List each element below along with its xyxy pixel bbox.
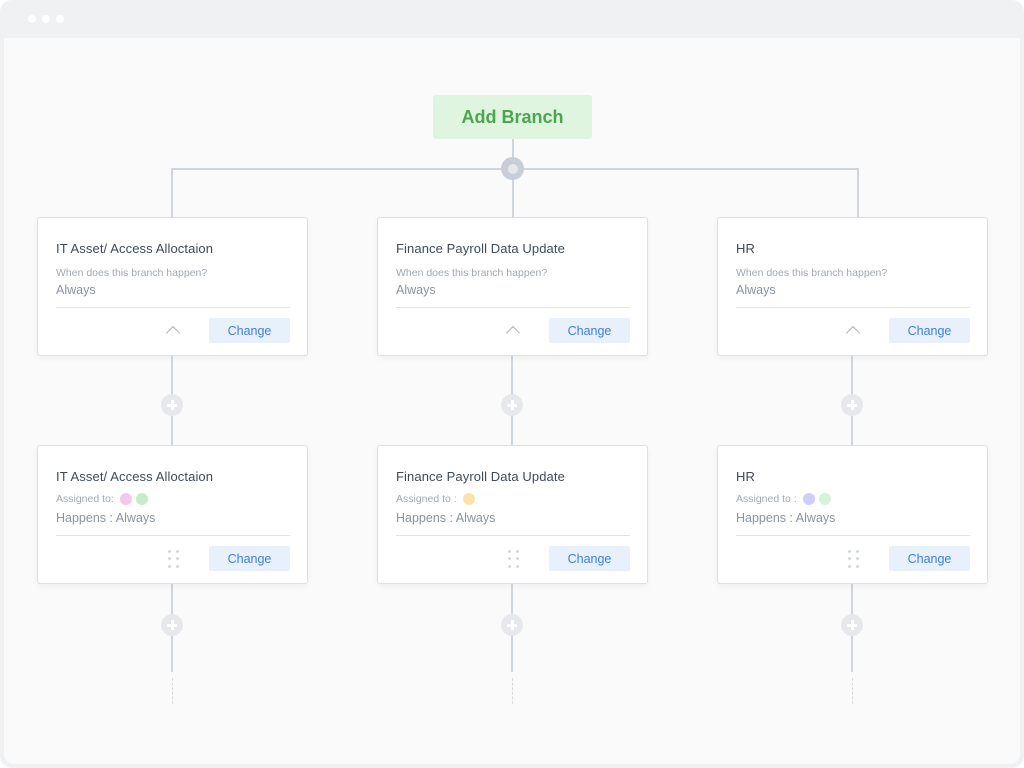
branch-condition-label: When does this branch happen? (396, 267, 548, 279)
branch-card: IT Asset/ Access Alloctaion When does th… (37, 217, 308, 356)
window-dot-maximize-icon[interactable] (56, 15, 64, 23)
branch-title: Finance Payroll Data Update (396, 241, 565, 256)
continuation-dashes (852, 678, 853, 704)
change-button[interactable]: Change (209, 546, 290, 571)
branch-condition-value: Always (396, 283, 436, 297)
change-button[interactable]: Change (889, 318, 970, 343)
assigned-label: Assigned to: (56, 493, 114, 505)
add-step-plus-icon[interactable] (161, 614, 183, 636)
card-divider (56, 307, 290, 308)
assignees-row: Assigned to : (396, 493, 479, 505)
chevron-up-icon[interactable] (845, 325, 861, 341)
assignee-avatar[interactable] (802, 493, 815, 505)
step-card: IT Asset/ Access Alloctaion Assigned to:… (37, 445, 308, 584)
card-divider (56, 535, 290, 536)
assignee-avatar[interactable] (119, 493, 132, 505)
step-card: HR Assigned to : Happens : Always Change (717, 445, 988, 584)
change-button[interactable]: Change (889, 546, 970, 571)
branch-condition-label: When does this branch happen? (736, 267, 888, 279)
continuation-dashes (512, 678, 513, 704)
assigned-label: Assigned to : (396, 493, 457, 505)
connector-line (171, 168, 173, 218)
card-divider (396, 307, 630, 308)
connector-line (512, 139, 514, 159)
step-card: Finance Payroll Data Update Assigned to … (377, 445, 648, 584)
add-step-plus-icon[interactable] (501, 614, 523, 636)
step-happens: Happens : Always (396, 511, 496, 525)
continuation-dashes (172, 678, 173, 704)
card-divider (736, 535, 970, 536)
branch-title: HR (736, 241, 755, 256)
assignees-row: Assigned to : (736, 493, 835, 505)
change-button[interactable]: Change (209, 318, 290, 343)
app-window: Add Branch IT Asset/ Access Alloctaion W… (0, 0, 1024, 768)
drag-handle-icon[interactable] (168, 550, 180, 568)
add-step-plus-icon[interactable] (501, 394, 523, 416)
hub-center-icon (507, 163, 518, 174)
step-title: IT Asset/ Access Alloctaion (56, 469, 214, 484)
change-button[interactable]: Change (549, 318, 630, 343)
window-titlebar (0, 0, 1024, 38)
drag-handle-icon[interactable] (508, 550, 520, 568)
add-step-plus-icon[interactable] (841, 394, 863, 416)
step-title: HR (736, 469, 755, 484)
add-step-plus-icon[interactable] (841, 614, 863, 636)
card-divider (396, 535, 630, 536)
step-happens: Happens : Always (56, 511, 156, 525)
chevron-up-icon[interactable] (505, 325, 521, 341)
branch-hub-node[interactable] (501, 157, 524, 180)
drag-handle-icon[interactable] (848, 550, 860, 568)
step-happens: Happens : Always (736, 511, 836, 525)
assignees-row: Assigned to: (56, 493, 152, 505)
assignee-avatar[interactable] (462, 493, 475, 505)
window-dot-close-icon[interactable] (28, 15, 36, 23)
add-branch-button[interactable]: Add Branch (433, 95, 592, 139)
branch-condition-value: Always (56, 283, 96, 297)
branch-condition-value: Always (736, 283, 776, 297)
window-dot-minimize-icon[interactable] (42, 15, 50, 23)
change-button[interactable]: Change (549, 546, 630, 571)
assignee-avatar[interactable] (818, 493, 831, 505)
chevron-up-icon[interactable] (165, 325, 181, 341)
branch-card: HR When does this branch happen? Always … (717, 217, 988, 356)
add-step-plus-icon[interactable] (161, 394, 183, 416)
connector-line (857, 168, 859, 218)
card-divider (736, 307, 970, 308)
step-title: Finance Payroll Data Update (396, 469, 565, 484)
branch-card: Finance Payroll Data Update When does th… (377, 217, 648, 356)
assignee-avatar[interactable] (135, 493, 148, 505)
branch-condition-label: When does this branch happen? (56, 267, 208, 279)
assigned-label: Assigned to : (736, 493, 797, 505)
branch-title: IT Asset/ Access Alloctaion (56, 241, 214, 256)
